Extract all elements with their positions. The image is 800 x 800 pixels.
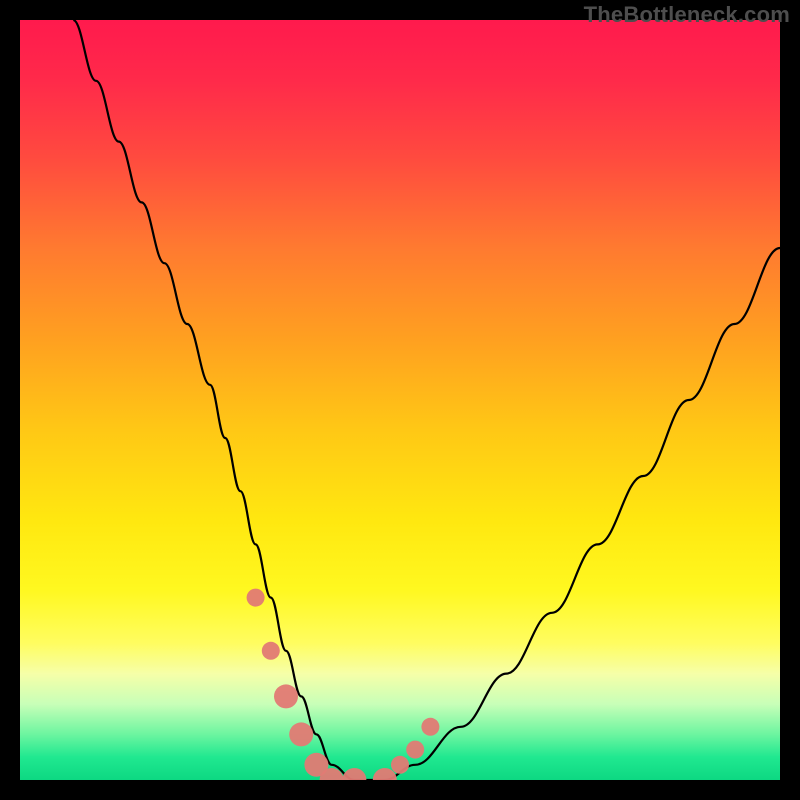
highlight-marker bbox=[247, 589, 265, 607]
highlight-marker bbox=[342, 768, 366, 780]
chart-svg bbox=[20, 20, 780, 780]
highlight-marker bbox=[406, 741, 424, 759]
bottleneck-curve-path bbox=[73, 20, 780, 780]
highlight-marker bbox=[289, 722, 313, 746]
watermark-label: TheBottleneck.com bbox=[584, 2, 790, 28]
highlight-marker bbox=[421, 718, 439, 736]
highlight-marker bbox=[391, 756, 409, 774]
highlight-marker bbox=[274, 684, 298, 708]
highlight-marker bbox=[262, 642, 280, 660]
highlight-markers bbox=[247, 589, 440, 780]
chart-frame bbox=[20, 20, 780, 780]
